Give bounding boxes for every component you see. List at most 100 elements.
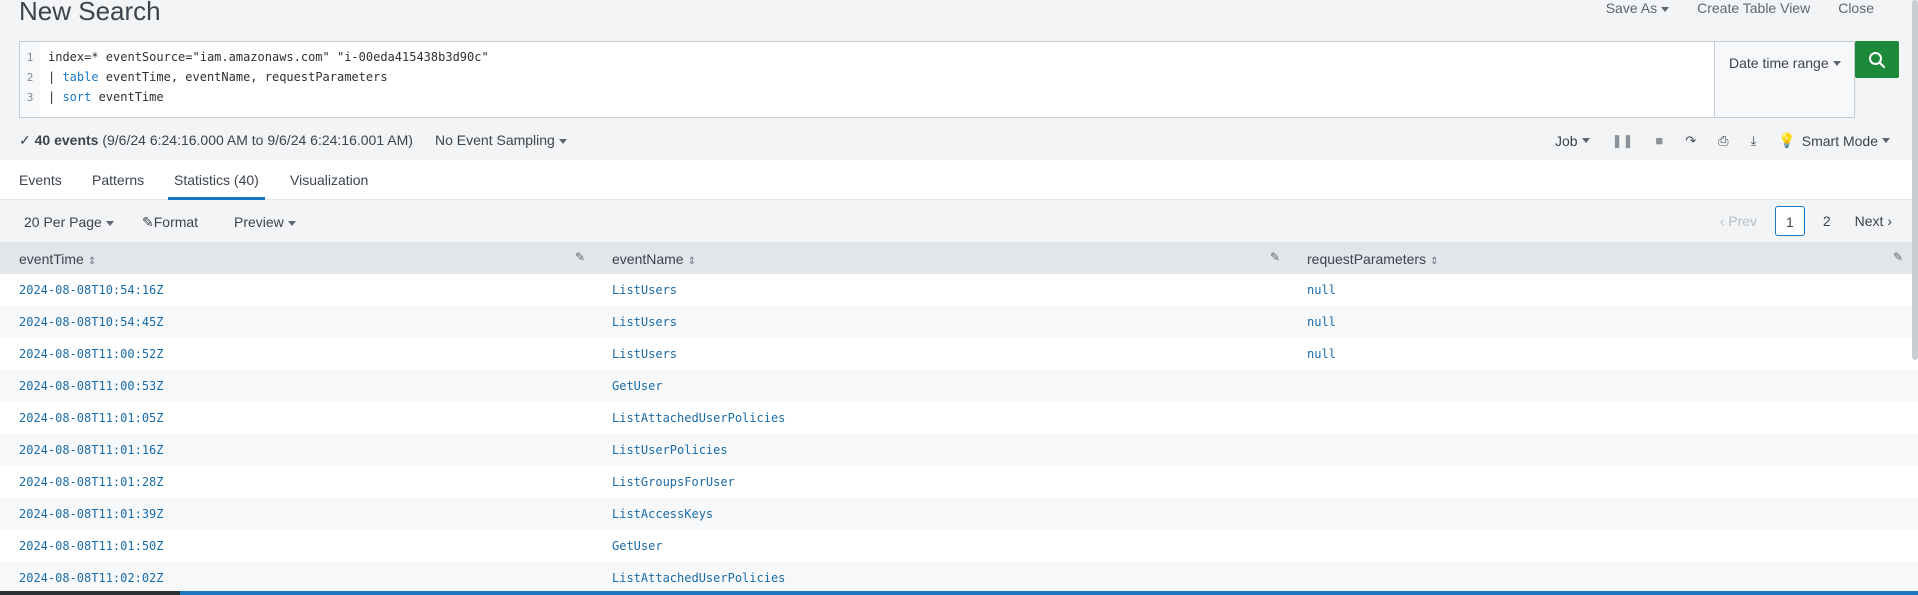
save-as-button[interactable]: Save As	[1592, 0, 1683, 16]
table-cell[interactable]: 2024-08-08T11:01:50Z	[19, 539, 164, 553]
page-1-button[interactable]: 1	[1775, 206, 1805, 236]
table-row: 2024-08-08T11:01:16Z ListUserPolicies	[0, 434, 1918, 466]
pencil-icon: ✎	[142, 214, 154, 230]
sort-icon: ⇕	[687, 256, 696, 267]
lightbulb-icon: 💡	[1778, 132, 1796, 148]
table-cell[interactable]: ListAccessKeys	[612, 507, 713, 521]
close-button[interactable]: Close	[1824, 0, 1888, 16]
search-mode-dropdown[interactable]: 💡 Smart Mode	[1778, 132, 1890, 149]
stop-icon: ■	[1655, 133, 1664, 148]
pencil-icon[interactable]: ✎	[1270, 250, 1280, 264]
next-page-button[interactable]: Next ›	[1843, 206, 1904, 236]
table-cell[interactable]: 2024-08-08T11:00:52Z	[19, 347, 164, 361]
table-header: eventTime ⇕ ✎ eventName ⇕ ✎ requestParamet…	[0, 242, 1918, 274]
chevron-down-icon	[1581, 138, 1590, 143]
column-header-eventtime[interactable]: eventTime ⇕	[19, 251, 96, 267]
splunk-search-page: New Search Save As Create Table View Clo…	[0, 0, 1918, 595]
chevron-right-icon: ›	[1887, 213, 1892, 229]
print-icon: ⎙	[1718, 132, 1729, 148]
query-line: 2 | table eventTime, eventName, requestPa…	[26, 70, 388, 84]
column-header-requestparameters[interactable]: requestParameters ⇕	[1307, 251, 1438, 267]
chevron-down-icon	[1832, 61, 1841, 66]
table-cell[interactable]: 2024-08-08T11:01:16Z	[19, 443, 164, 457]
table-cell[interactable]: 2024-08-08T11:01:05Z	[19, 411, 164, 425]
job-controls: Job ❚❚ ■ ↷ ⎙ ⤓ 💡 Smart Mode	[1533, 132, 1890, 149]
table-cell[interactable]: 2024-08-08T11:02:02Z	[19, 571, 164, 585]
table-cell[interactable]: ListGroupsForUser	[612, 475, 735, 489]
table-cell[interactable]: ListAttachedUserPolicies	[612, 571, 785, 585]
chevron-down-icon	[1882, 138, 1890, 143]
table-cell[interactable]: ListAttachedUserPolicies	[612, 411, 785, 425]
pagination: ‹ Prev 1 2 Next ›	[1708, 206, 1904, 236]
table-row: 2024-08-08T11:00:53Z GetUser	[0, 370, 1918, 402]
format-button[interactable]: ✎Format	[142, 214, 198, 231]
table-row: 2024-08-08T11:01:50Z GetUser	[0, 530, 1918, 562]
progress-fill	[180, 591, 1918, 595]
page-title: New Search	[19, 0, 161, 26]
query-line: 1 index=* eventSource="iam.amazonaws.com"…	[26, 50, 489, 64]
event-count: ✓ 40 events (9/6/24 6:24:16.000 AM to 9/…	[19, 132, 413, 148]
chevron-down-icon	[558, 138, 567, 144]
table-cell[interactable]: GetUser	[612, 379, 663, 393]
search-icon	[1869, 51, 1886, 68]
stop-button[interactable]: ■	[1655, 133, 1663, 148]
table-cell[interactable]: ListUsers	[612, 315, 677, 329]
create-table-view-button[interactable]: Create Table View	[1683, 0, 1824, 16]
table-cell[interactable]: 2024-08-08T10:54:16Z	[19, 283, 164, 297]
statistics-table: eventTime ⇕ ✎ eventName ⇕ ✎ requestParamet…	[0, 242, 1918, 594]
table-row: 2024-08-08T11:01:39Z ListAccessKeys	[0, 498, 1918, 530]
print-button[interactable]: ⎙	[1718, 133, 1728, 149]
chevron-left-icon: ‹	[1719, 213, 1725, 229]
table-cell[interactable]: ListUserPolicies	[612, 443, 728, 457]
time-range-picker[interactable]: Date time range	[1715, 41, 1855, 118]
table-cell[interactable]: ListUsers	[612, 283, 677, 297]
tab-events[interactable]: Events	[19, 172, 62, 188]
table-cell[interactable]: 2024-08-08T11:00:53Z	[19, 379, 164, 393]
page-2-button[interactable]: 2	[1811, 206, 1843, 236]
table-cell[interactable]: 2024-08-08T10:54:45Z	[19, 315, 164, 329]
search-status-bar: ✓ 40 events (9/6/24 6:24:16.000 AM to 9/…	[0, 126, 1918, 154]
table-cell[interactable]: GetUser	[612, 539, 663, 553]
table-cell[interactable]: null	[1307, 347, 1336, 361]
per-page-dropdown[interactable]: 20 Per Page	[24, 214, 114, 230]
preview-dropdown[interactable]: Preview	[234, 214, 296, 230]
search-query-editor[interactable]: 1 index=* eventSource="iam.amazonaws.com"…	[19, 41, 1715, 118]
tab-patterns[interactable]: Patterns	[92, 172, 144, 188]
tab-statistics[interactable]: Statistics (40)	[168, 172, 265, 200]
event-sampling-dropdown[interactable]: No Event Sampling	[435, 132, 567, 148]
sort-icon: ⇕	[1430, 256, 1439, 267]
chevron-down-icon	[287, 220, 296, 226]
table-row: 2024-08-08T11:01:05Z ListAttachedUserPoli…	[0, 402, 1918, 434]
job-menu[interactable]: Job	[1555, 133, 1590, 149]
results-toolbar: 20 Per Page ✎Format Preview ‹ Prev 1 2 N…	[0, 201, 1918, 242]
search-bar: 1 index=* eventSource="iam.amazonaws.com"…	[19, 41, 1899, 118]
search-button[interactable]	[1855, 41, 1899, 78]
table-cell[interactable]: 2024-08-08T11:01:28Z	[19, 475, 164, 489]
table-cell[interactable]: null	[1307, 283, 1336, 297]
download-icon: ⤓	[1750, 132, 1757, 148]
table-cell[interactable]: ListUsers	[612, 347, 677, 361]
sort-icon: ⇕	[87, 256, 97, 267]
header: New Search Save As Create Table View Clo…	[0, 0, 1918, 38]
tab-visualization[interactable]: Visualization	[290, 172, 368, 188]
table-row: 2024-08-08T11:02:02Z ListAttachedUserPoli…	[0, 562, 1918, 594]
query-line: 3 | sort eventTime	[26, 90, 164, 104]
pencil-icon[interactable]: ✎	[1893, 250, 1903, 264]
export-button[interactable]: ⤓	[1751, 133, 1757, 149]
header-actions: Save As Create Table View Close	[1592, 0, 1888, 16]
table-row: 2024-08-08T11:01:28Z ListGroupsForUser	[0, 466, 1918, 498]
pause-button[interactable]: ❚❚	[1612, 133, 1634, 149]
vertical-scrollbar[interactable]	[1912, 0, 1918, 360]
pencil-icon[interactable]: ✎	[575, 250, 585, 264]
check-icon: ✓	[19, 132, 31, 148]
table-cell[interactable]: null	[1307, 315, 1336, 329]
chevron-down-icon	[105, 220, 114, 226]
table-row: 2024-08-08T11:00:52Z ListUsers null	[0, 338, 1918, 370]
bottom-progress-bar	[0, 591, 1918, 595]
share-icon: ↷	[1685, 132, 1697, 148]
column-header-eventname[interactable]: eventName ⇕	[612, 251, 696, 267]
table-body: 2024-08-08T10:54:16Z ListUsers null 2024-08…	[0, 274, 1918, 594]
table-cell[interactable]: 2024-08-08T11:01:39Z	[19, 507, 164, 521]
prev-page-button[interactable]: ‹ Prev	[1708, 206, 1769, 236]
share-button[interactable]: ↷	[1685, 133, 1696, 149]
